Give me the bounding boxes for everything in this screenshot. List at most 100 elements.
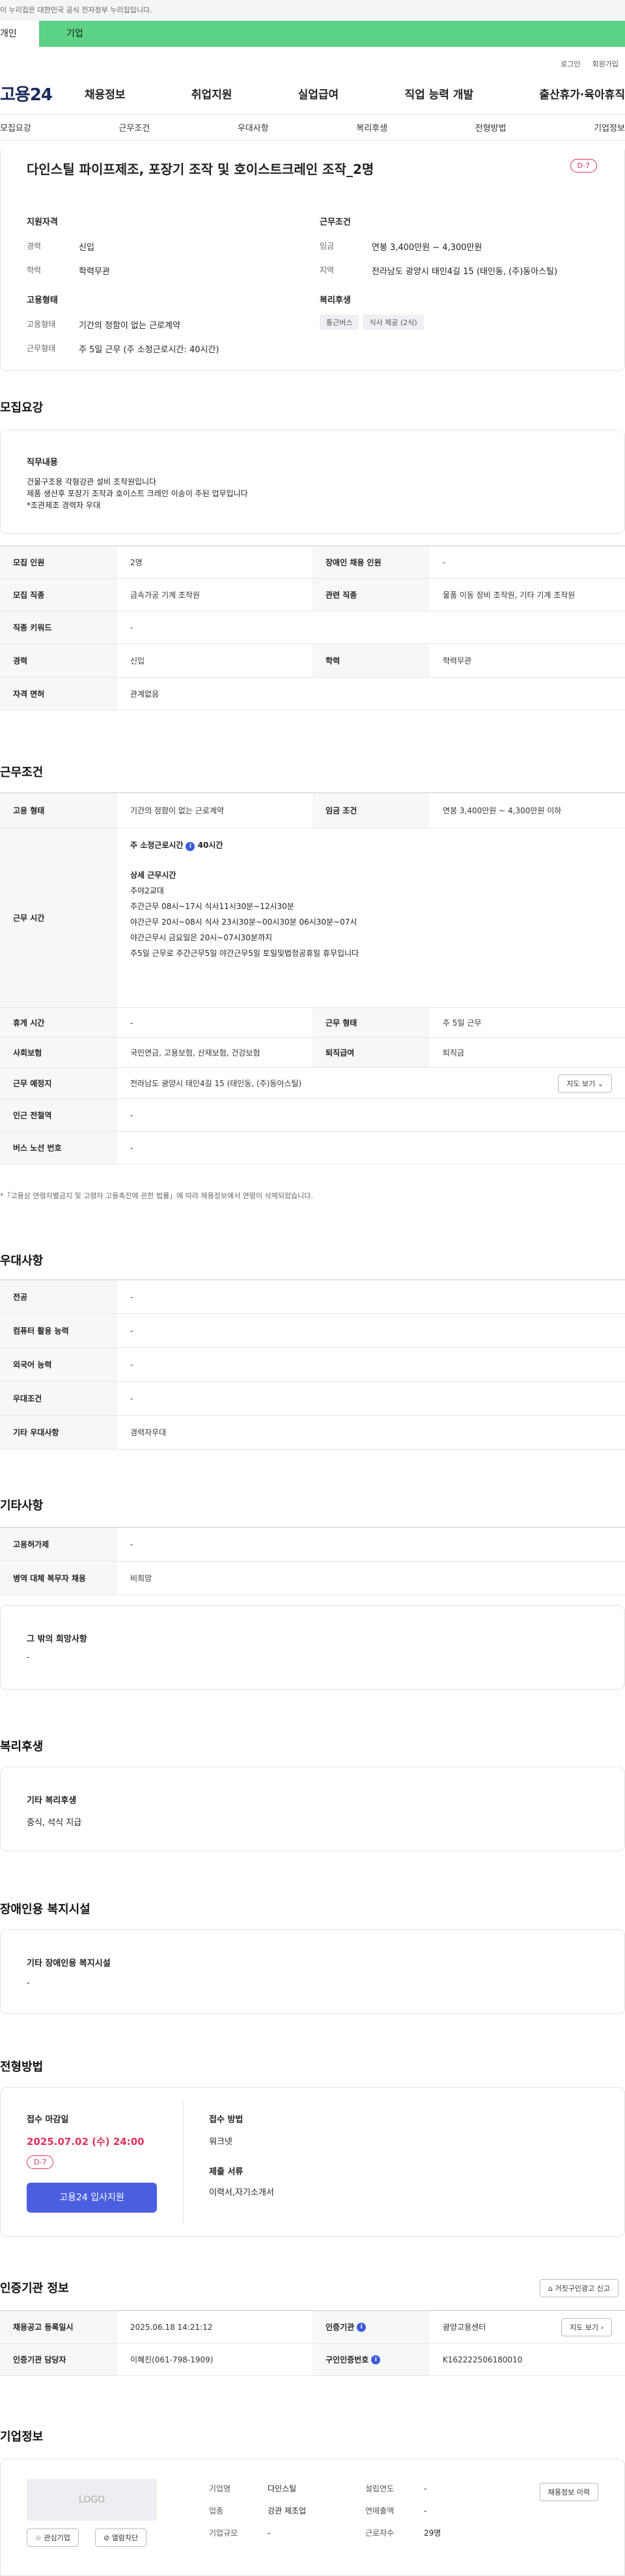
employees-label: 근로자수 — [365, 2528, 395, 2538]
cert-map-button-label: 지도 보기 — [570, 2323, 599, 2332]
industry-value: 강관 제조업 — [268, 2506, 307, 2515]
sales-value: - — [424, 2506, 427, 2515]
info-icon[interactable]: i — [357, 2322, 367, 2332]
cert-map-button[interactable]: 지도 보기 › — [561, 2317, 612, 2336]
row-value: 비희망 — [130, 1574, 152, 1583]
employment-title: 고용형태 — [27, 296, 58, 305]
block-label: 열람차단 — [111, 2534, 139, 2542]
signup-link[interactable]: 회원가입 — [592, 59, 618, 69]
chevron-down-icon: ⌄ — [597, 1079, 604, 1088]
wage-value: 연봉 3,400만원 ~ 4,300만원 — [372, 243, 482, 253]
info-icon[interactable]: i — [186, 842, 195, 851]
employees-value: 29명 — [424, 2528, 441, 2538]
table-row: 버스 노선 번호 - — [0, 1132, 625, 1164]
login-link[interactable]: 로그인 — [561, 59, 580, 69]
dday-badge: D-7 — [570, 159, 597, 173]
gov-banner: 이 누리집은 대한민국 공식 전자정부 누리집입니다. — [0, 0, 625, 21]
tab-preference[interactable]: 우대사항 — [238, 121, 269, 133]
emp-type-value: 기간의 정함이 없는 근로계약 — [79, 321, 180, 331]
work-time-line: 주야2교대 — [130, 886, 164, 895]
row-value: - — [130, 1360, 133, 1369]
company-name-label: 기업명 — [209, 2484, 231, 2493]
tab-company[interactable]: 기업정보 — [594, 121, 625, 133]
tab-process[interactable]: 전형방법 — [475, 121, 507, 133]
work-time-line: 주간근무 08시~17시 식사11시30분~12시30분 — [130, 902, 294, 911]
row-value: 관계없음 — [130, 690, 160, 699]
block-icon: ⊘ — [104, 2534, 110, 2542]
apply-button[interactable]: 고용24 입사지원 — [27, 2183, 157, 2213]
career-label: 경력 — [27, 242, 42, 251]
gnb-item-unemployment[interactable]: 실업급여 — [298, 85, 339, 102]
row-header: 우대조건 — [0, 1382, 117, 1415]
block-view-button[interactable]: ⊘ 열람차단 — [95, 2528, 147, 2547]
row-value: - — [130, 1326, 133, 1336]
tab-conditions[interactable]: 근무조건 — [118, 121, 150, 133]
table-row: 경력 신입 학력 학력무관 — [0, 644, 625, 678]
favorite-company-button[interactable]: ☆ 관심기업 — [27, 2528, 79, 2547]
row-header: 기타 우대사항 — [0, 1416, 117, 1449]
row-value: - — [130, 1018, 133, 1028]
tab-company[interactable]: 기업 — [39, 21, 625, 47]
gnb-item-support[interactable]: 취업지원 — [191, 85, 232, 102]
table-row: 사회보험 국민연금, 고용보험, 산재보험, 건강보험 퇴직급여 퇴직금 — [0, 1038, 625, 1068]
condition-block: 근무조건 임금 연봉 3,400만원 ~ 4,300만원 지역 전라남도 광양시 태… — [320, 215, 606, 288]
deadline-title: 접수 마감일 — [27, 2115, 69, 2125]
disab-box-value: - — [27, 1978, 30, 1988]
gnb-item-training[interactable]: 직업 능력 개발 — [404, 85, 473, 102]
work-section-title: 근무조건 — [0, 766, 44, 779]
welfare-title: 복리후생 — [320, 296, 351, 305]
method-value: 워크넷 — [209, 2137, 232, 2147]
gnb-item-leave[interactable]: 출산휴가·육아휴직 — [539, 85, 625, 102]
pref-table: 전공 - 컴퓨터 활용 능력 - 외국어 능력 - 우대조건 - 기타 우대사항 경력자우… — [0, 1280, 625, 1449]
report-button[interactable]: ⌂ 거짓구인광고 신고 — [540, 2279, 618, 2297]
tab-personal[interactable]: 개인 — [0, 21, 39, 47]
job-history-button[interactable]: 채용정보 이력 — [539, 2483, 598, 2501]
tab-recruit[interactable]: 모집요강 — [0, 121, 31, 133]
row-value: 국민연금, 고용보험, 산재보험, 건강보험 — [130, 1048, 260, 1057]
founded-label: 설립연도 — [365, 2484, 395, 2493]
row-header: 임금 조건 — [312, 793, 430, 828]
process-section-title: 전형방법 — [0, 2060, 44, 2074]
company-name-value: 다인스틸 — [268, 2484, 297, 2493]
duty-line: 제품 생산후 포장기 조작과 호이스트 크레인 이송이 주된 업무입니다 — [27, 489, 248, 498]
row-header: 자격 면허 — [0, 678, 117, 710]
logo[interactable]: 고용24 — [0, 81, 85, 105]
row-header: 휴게 시간 — [0, 1008, 117, 1037]
row-header: 고용 형태 — [0, 793, 117, 828]
company-card: LOGO ☆ 관심기업 ⊘ 열람차단 기업명 다인스틸 업종 강관 제조업 기업규모… — [0, 2459, 625, 2576]
row-value: 금속가공 기계 조작원 — [130, 591, 200, 600]
company-logo: LOGO — [27, 2479, 157, 2521]
row-value: 물품 이동 장비 조작원, 기타 기계 조작원 — [443, 591, 576, 600]
gnb: 고용24 채용정보 취업지원 실업급여 직업 능력 개발 출산휴가·육아휴직 — [0, 73, 625, 115]
hope-title: 그 밖의 희망사항 — [27, 1634, 87, 1644]
etc-section-title: 기타사항 — [0, 1499, 44, 1513]
table-row: 컴퓨터 활용 능력 - — [0, 1314, 625, 1348]
row-value: - — [130, 1539, 133, 1549]
process-card: 접수 마감일 2025.07.02 (수) 24:00 D-7 고용24 입사지… — [0, 2087, 625, 2237]
info-icon[interactable]: i — [371, 2355, 381, 2364]
benefit-box-title: 기타 복리후생 — [27, 1796, 77, 1806]
work-time-detail: 주 소정근로시간 i 40시간 상세 근무시간 주야2교대 주간근무 08시~17… — [117, 828, 625, 1007]
row-value: 학력무관 — [443, 656, 472, 665]
work-time-line: 야간근무 20시~08시 식사 23시30분~00시30분 06시30분~07시 — [130, 917, 357, 927]
row-header: 고용허가제 — [0, 1528, 117, 1561]
duty-line: 건물구조용 각형강관 설비 조작원입니다 — [27, 477, 157, 486]
row-header: 모집 인원 — [0, 546, 117, 578]
map-button[interactable]: 지도 보기 ⌄ — [558, 1074, 612, 1093]
row-header: 근무 형태 — [312, 1008, 430, 1037]
row-header: 병역 대체 복무자 채용 — [0, 1561, 117, 1595]
row-value: 퇴직금 — [443, 1048, 465, 1057]
home-icon: ⌂ — [548, 2284, 553, 2293]
star-icon: ☆ — [35, 2534, 42, 2542]
row-header: 근무 시간 — [0, 828, 117, 1007]
company-section-title: 기업정보 — [0, 2430, 44, 2444]
gnb-item-jobs[interactable]: 채용정보 — [85, 85, 126, 102]
row-header: 학력 — [312, 644, 430, 677]
row-header: 모집 직종 — [0, 579, 117, 611]
founded-value: - — [424, 2484, 427, 2493]
row-value: - — [443, 557, 446, 567]
row-header: 경력 — [0, 644, 117, 677]
report-button-label: 거짓구인광고 신고 — [555, 2284, 610, 2293]
benefit-card: 기타 복리후생 중식, 석식 지급 — [0, 1767, 625, 1851]
tab-welfare[interactable]: 복리후생 — [356, 121, 387, 133]
